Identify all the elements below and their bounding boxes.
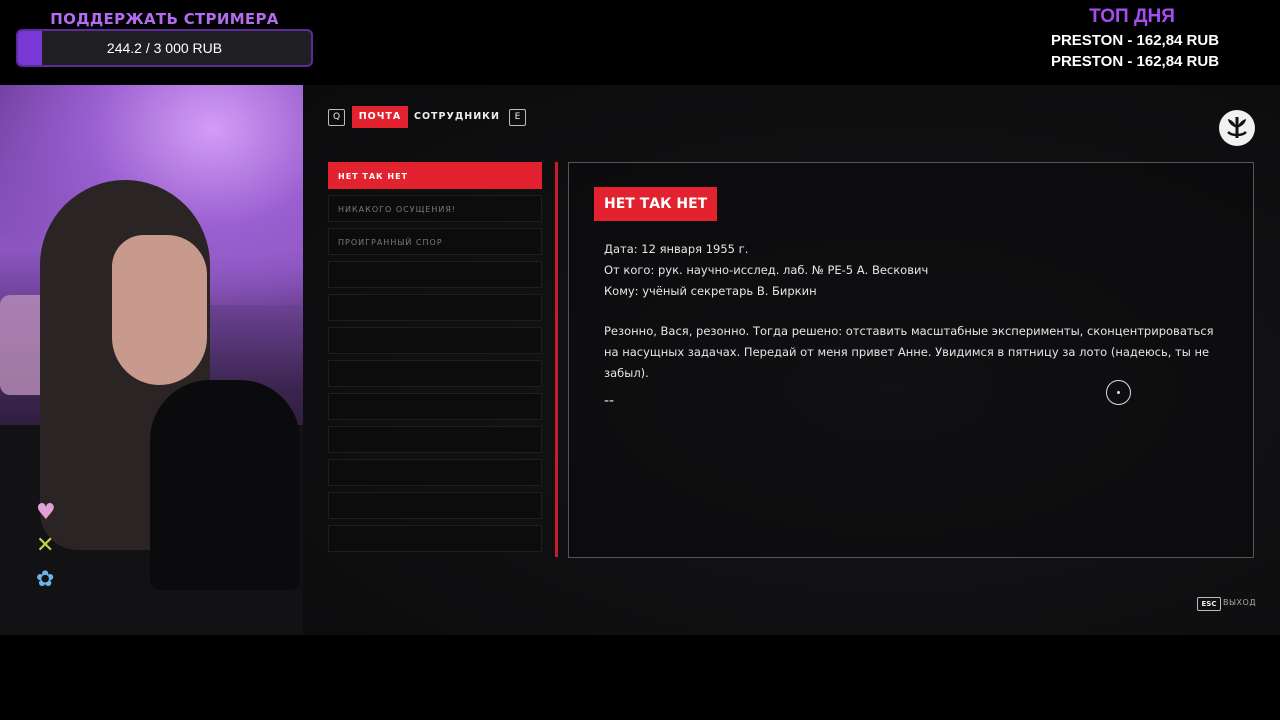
mail-item-empty[interactable] <box>328 360 542 387</box>
mail-list-scrollbar[interactable] <box>555 162 558 557</box>
mail-item-empty[interactable] <box>328 459 542 486</box>
mail-item-empty[interactable] <box>328 261 542 288</box>
email-date: Дата: 12 января 1955 г. <box>604 242 749 256</box>
crosshair-cursor-icon <box>1106 380 1131 405</box>
mail-item[interactable]: НЕТ ТАК НЕТ <box>328 162 542 189</box>
microphone <box>150 380 300 590</box>
prev-tab-key[interactable]: Q <box>328 109 345 126</box>
mail-item[interactable]: ПРОИГРАННЫЙ СПОР <box>328 228 542 255</box>
email-signature: -- <box>604 393 615 409</box>
mail-item-empty[interactable] <box>328 492 542 519</box>
esc-key[interactable]: ESC <box>1197 597 1221 611</box>
mail-item[interactable]: НИКАКОГО ОСУЩЕНИЯ! <box>328 195 542 222</box>
exit-label[interactable]: ВЫХОД <box>1223 597 1256 609</box>
tab-employees[interactable]: СОТРУДНИКИ <box>414 106 499 128</box>
mail-item-empty[interactable] <box>328 525 542 552</box>
top-day-title: ТОП ДНЯ <box>1089 6 1175 27</box>
donate-progress-bar: 244.2 / 3 000 RUB <box>16 29 313 67</box>
mail-item-empty[interactable] <box>328 393 542 420</box>
top-entry: PRESTON - 162,84 RUB <box>1050 32 1220 49</box>
top-entry: PRESTON - 162,84 RUB <box>1050 53 1220 70</box>
email-to: Кому: учёный секретарь В. Биркин <box>604 284 817 298</box>
next-tab-key[interactable]: E <box>509 109 526 126</box>
leaf-sticker-icon: ✕ <box>36 533 55 558</box>
email-subject: НЕТ ТАК НЕТ <box>594 187 718 221</box>
mail-item-empty[interactable] <box>328 426 542 453</box>
webcam-feed: ♥ ✕ ✿ <box>0 85 303 635</box>
tab-mail[interactable]: ПОЧТА <box>352 106 408 128</box>
email-body: Резонно, Вася, резонно. Тогда решено: от… <box>604 324 1214 380</box>
flower-sticker-icon: ✿ <box>36 567 55 592</box>
heart-sticker-icon: ♥ <box>36 500 56 525</box>
donate-title: ПОДДЕРЖАТЬ СТРИМЕРА <box>50 10 279 28</box>
email-from: От кого: рук. научно-исслед. лаб. № РЕ-5… <box>604 263 929 277</box>
mail-item-empty[interactable] <box>328 294 542 321</box>
game-logo-icon <box>1219 110 1255 146</box>
mail-item-empty[interactable] <box>328 327 542 354</box>
donate-progress-text: 244.2 / 3 000 RUB <box>106 40 223 56</box>
